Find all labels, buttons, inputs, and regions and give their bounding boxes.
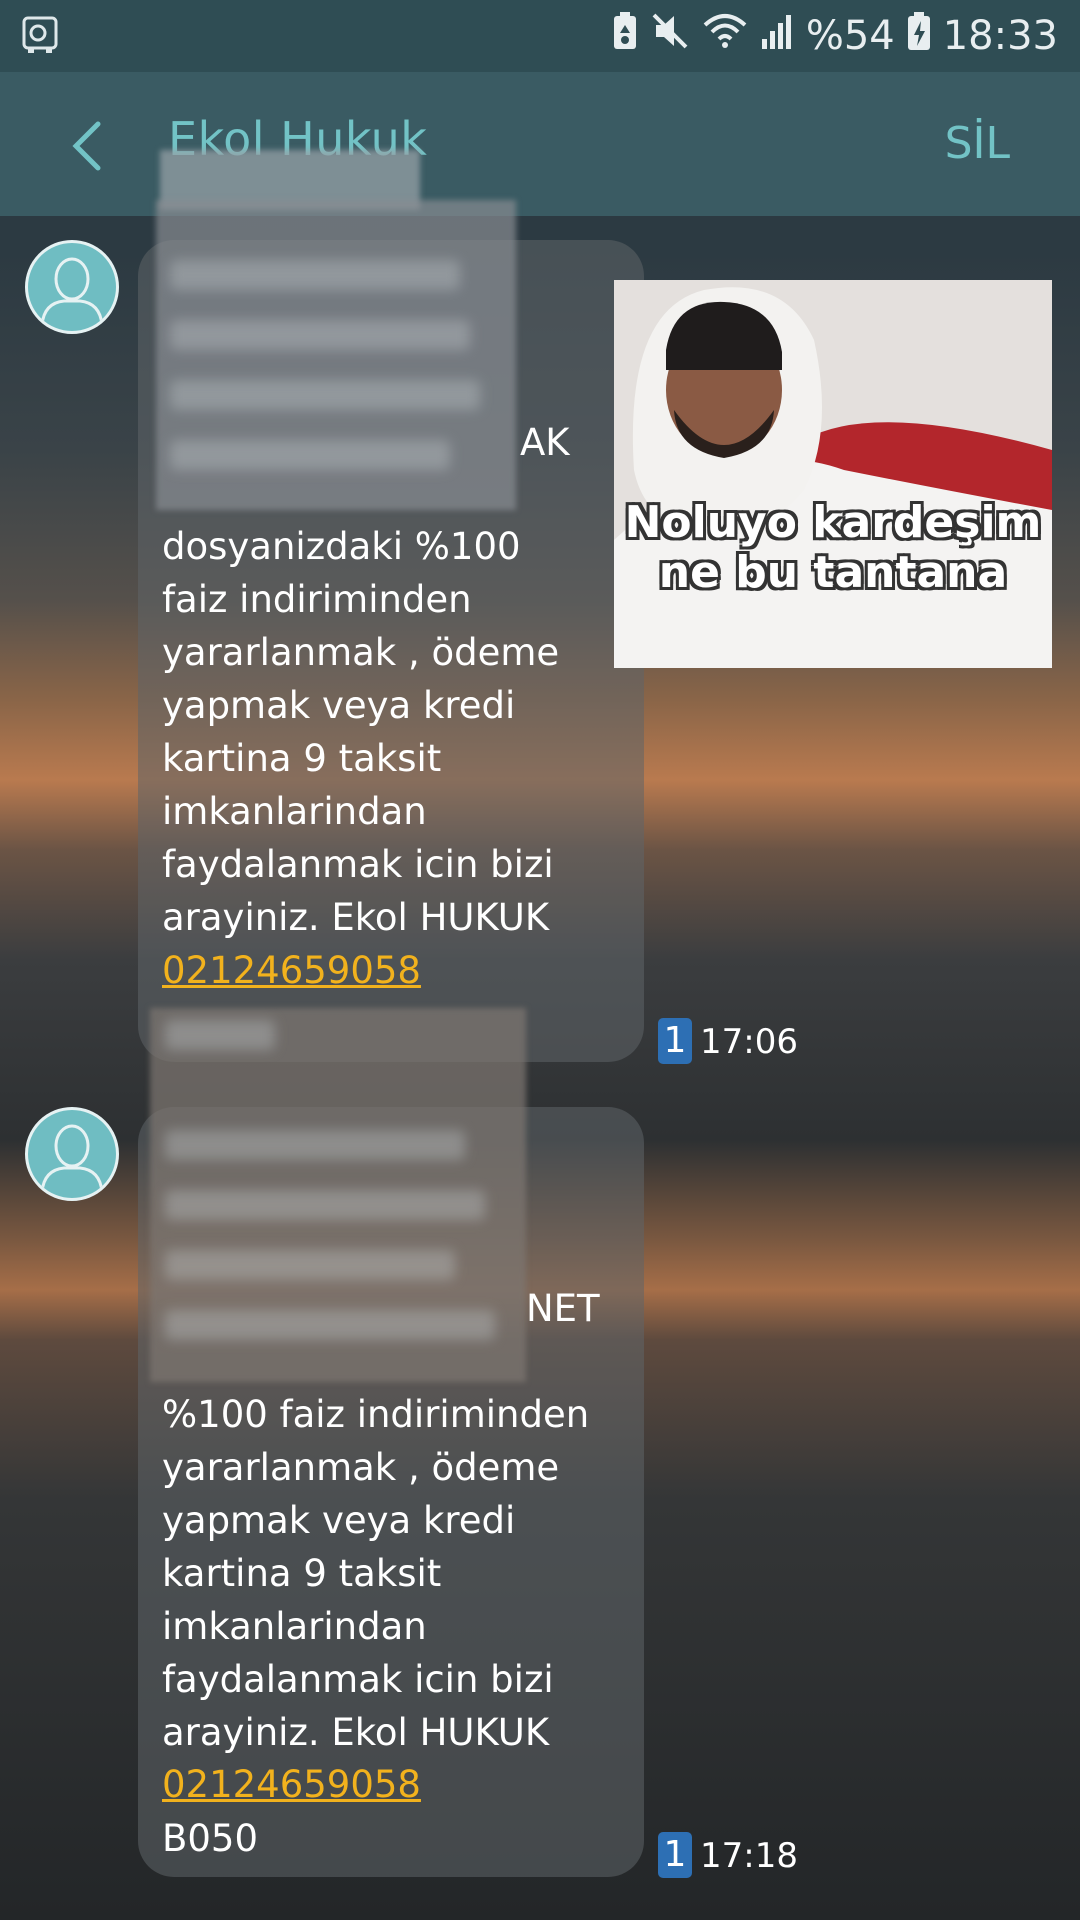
redacted-line <box>165 1310 495 1340</box>
message-time: 17:06 <box>700 1022 798 1062</box>
phone-link[interactable]: 02124659058 <box>162 1758 421 1811</box>
battery-charging-icon <box>907 11 931 61</box>
sim-badge: 1 <box>658 1832 692 1878</box>
back-button[interactable] <box>60 116 120 176</box>
delete-button[interactable]: SİL <box>945 118 1010 169</box>
message-time: 17:18 <box>700 1836 798 1876</box>
redacted-line <box>165 1130 465 1160</box>
person-icon <box>40 257 104 326</box>
redacted-line <box>170 380 480 410</box>
sticker-image[interactable]: Noluyo kardeşim ne bu tantana <box>614 280 1052 668</box>
message-suffix: B050 <box>162 1817 259 1860</box>
sticker-caption-line-1: Noluyo kardeşim <box>624 497 1042 548</box>
signal-icon <box>760 11 794 61</box>
redacted-line <box>170 320 470 350</box>
wifi-icon <box>702 11 748 61</box>
message-text: %100 faiz indiriminden yararlanmak , öde… <box>162 1393 590 1754</box>
redacted-line <box>165 1020 275 1050</box>
message-partial-text: AK <box>520 421 570 464</box>
battery-percent: %54 <box>805 13 895 59</box>
contact-avatar[interactable] <box>25 1107 119 1201</box>
battery-saver-icon <box>612 11 638 61</box>
redacted-line <box>165 1250 455 1280</box>
redacted-line <box>165 1190 485 1220</box>
person-icon <box>40 1124 104 1193</box>
person-in-hoodie-image <box>614 280 1052 668</box>
message-partial-text: NET <box>526 1287 600 1330</box>
chevron-left-icon <box>72 121 101 171</box>
message-text: dosyanizdaki %100 faiz indiriminden yara… <box>162 525 560 939</box>
safe-icon <box>22 16 58 58</box>
sticker-caption-line-2: ne bu tantana <box>658 547 1008 598</box>
phone-link[interactable]: 02124659058 <box>162 944 421 997</box>
contact-avatar[interactable] <box>25 240 119 334</box>
clock: 18:33 <box>942 13 1058 59</box>
redacted-line <box>170 260 460 290</box>
status-bar: %54 18:33 <box>0 0 1080 72</box>
redacted-line <box>170 440 450 470</box>
sim-badge: 1 <box>658 1018 692 1064</box>
mute-icon <box>650 11 690 61</box>
